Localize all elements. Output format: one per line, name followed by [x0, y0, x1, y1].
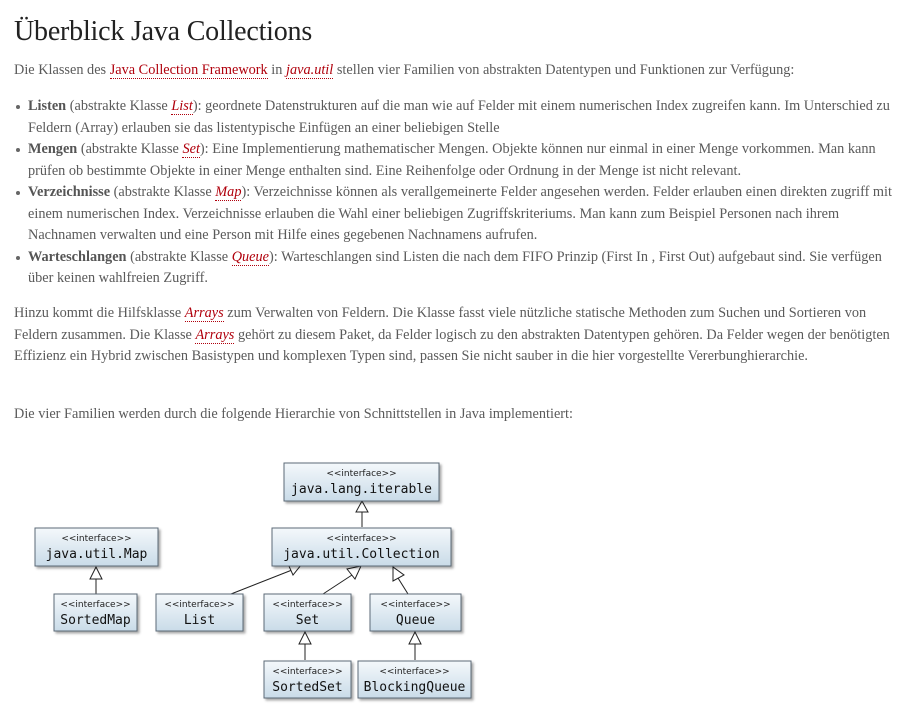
sortedmap-interface-box: <<interface>> SortedMap: [53, 593, 138, 632]
arrowhead-iterable: [355, 499, 369, 513]
blockingqueue-interface-box: <<interface>> BlockingQueue: [357, 660, 472, 699]
queue-interface-box: <<interface>> Queue: [369, 593, 462, 632]
list-label: List: [184, 613, 215, 628]
map-label: java.util.Map: [46, 547, 148, 562]
set-label: Set: [296, 613, 319, 628]
collections-hierarchy-diagram: <<interface>> java.lang.iterable <<inter…: [34, 462, 472, 699]
stereotype-label: <<interface>>: [380, 600, 450, 610]
sortedset-interface-box: <<interface>> SortedSet: [263, 660, 352, 699]
collection-label: java.util.Collection: [283, 547, 440, 562]
blockingqueue-label: BlockingQueue: [364, 680, 466, 695]
edge-list-collection: [230, 569, 293, 595]
iterable-interface-box: <<interface>> java.lang.iterable: [283, 462, 440, 502]
sortedmap-label: SortedMap: [60, 613, 131, 628]
queue-label: Queue: [396, 613, 435, 628]
stereotype-label: <<interface>>: [379, 667, 449, 677]
sortedset-label: SortedSet: [272, 680, 342, 695]
map-interface-box: <<interface>> java.util.Map: [34, 527, 159, 567]
arrowhead-queue: [408, 630, 422, 645]
stereotype-label: <<interface>>: [326, 469, 396, 479]
iterable-label: java.lang.iterable: [291, 482, 432, 497]
stereotype-label: <<interface>>: [272, 667, 342, 677]
collection-interface-box: <<interface>> java.util.Collection: [271, 527, 452, 567]
stereotype-label: <<interface>>: [60, 600, 130, 610]
list-interface-box: <<interface>> List: [155, 593, 244, 632]
arrowhead-map: [89, 565, 103, 580]
set-interface-box: <<interface>> Set: [263, 593, 352, 632]
inheritance-edges: [89, 499, 422, 660]
stereotype-label: <<interface>>: [326, 534, 396, 544]
stereotype-label: <<interface>>: [272, 600, 342, 610]
edge-queue-collection: [397, 577, 409, 595]
stereotype-label: <<interface>>: [164, 600, 234, 610]
stereotype-label: <<interface>>: [61, 534, 131, 544]
edge-set-collection: [322, 574, 353, 595]
arrowhead-set: [298, 630, 312, 645]
